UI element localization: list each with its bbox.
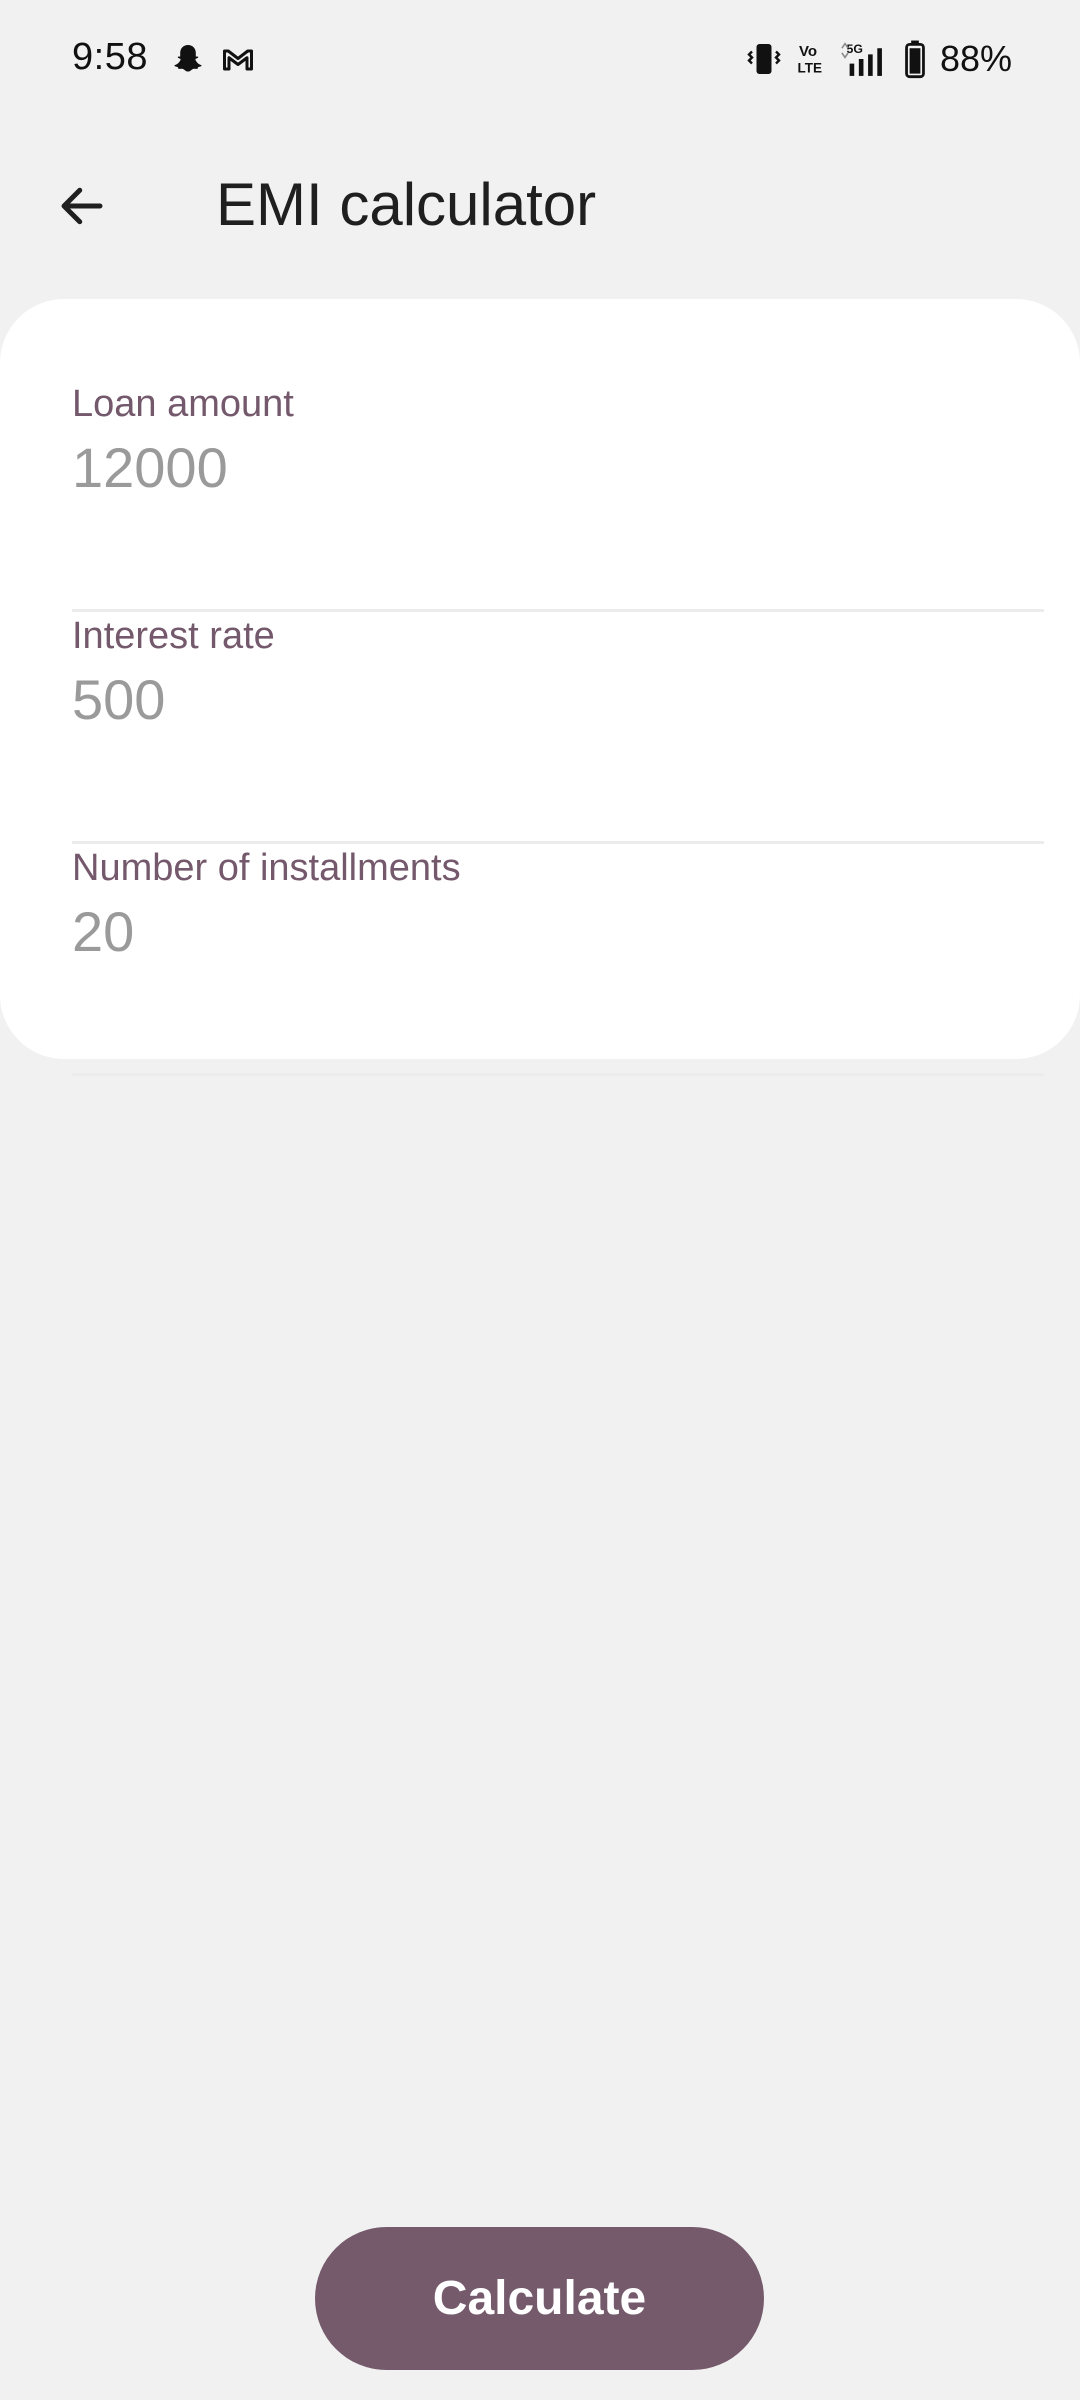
status-bar: 9:58 Vo LTE 5G 88% (0, 0, 1080, 125)
system-status-icons: Vo LTE 5G 88% (746, 38, 1012, 80)
arrow-back-icon (55, 179, 109, 233)
back-button[interactable] (40, 164, 124, 248)
interest-rate-input[interactable] (72, 661, 1044, 737)
svg-text:Vo: Vo (799, 43, 817, 60)
interest-rate-field: Interest rate (72, 615, 1044, 844)
gmail-icon (220, 42, 256, 78)
interest-rate-label: Interest rate (72, 615, 275, 657)
snapchat-icon (170, 42, 206, 78)
notification-icons (170, 42, 256, 78)
status-time: 9:58 (72, 36, 148, 78)
loan-amount-label: Loan amount (72, 383, 294, 425)
form-card: Loan amount Interest rate Number of inst… (0, 299, 1080, 1076)
battery-percentage: 88% (939, 38, 1012, 79)
battery-icon (904, 39, 926, 79)
calculate-button[interactable]: Calculate (315, 2227, 764, 2370)
vibrate-icon (746, 39, 782, 79)
installments-label: Number of installments (72, 847, 461, 889)
loan-amount-field: Loan amount (72, 383, 1044, 612)
loan-amount-input[interactable] (72, 429, 1044, 505)
svg-text:5G: 5G (846, 42, 862, 56)
page-title: EMI calculator (216, 171, 597, 238)
interest-rate-underline (72, 841, 1044, 844)
volte-icon: Vo LTE (796, 39, 826, 79)
installments-input[interactable] (72, 893, 1044, 969)
5g-signal-icon: 5G (840, 39, 890, 79)
loan-amount-underline (72, 609, 1044, 612)
installments-field: Number of installments (72, 847, 1044, 1076)
svg-text:LTE: LTE (797, 61, 822, 76)
installments-underline (72, 1073, 1044, 1076)
app-bar: EMI calculator (0, 140, 1080, 270)
